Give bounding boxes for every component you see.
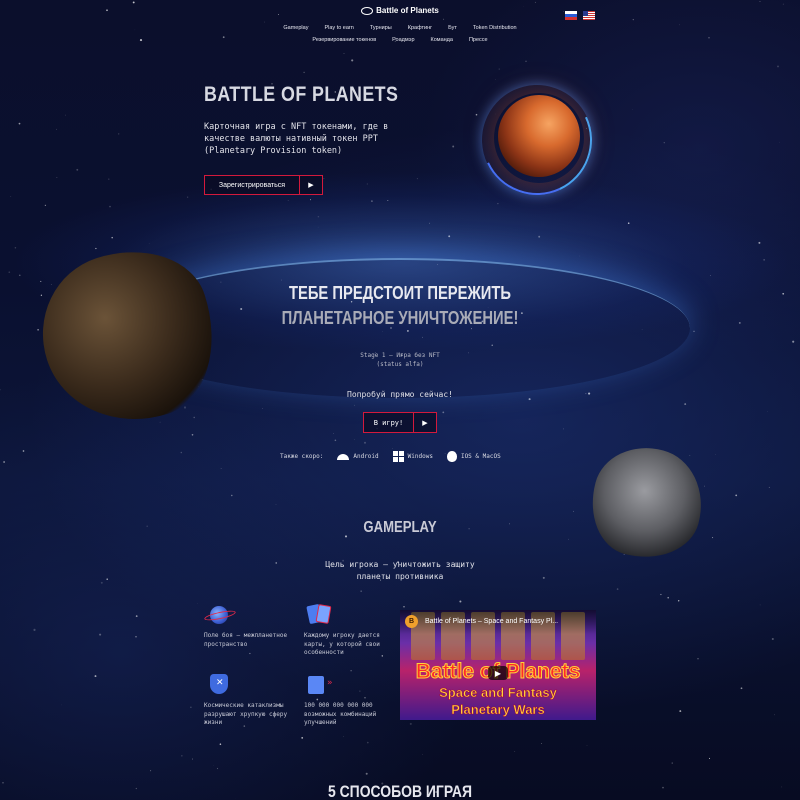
platform-windows-label: Windows	[407, 453, 433, 460]
hero-planet-illustration	[466, 69, 608, 211]
nav-item-tournaments[interactable]: Турниры	[370, 25, 392, 31]
shield-icon: ✕	[204, 674, 234, 696]
platform-ios-label: IOS & MacOS	[460, 453, 501, 460]
nav-item-crafting[interactable]: Крафтинг	[408, 25, 432, 31]
destroy-heading-line1: ТЕБЕ ПРЕДСТОИТ ПЕРЕЖИТЬ	[288, 283, 512, 303]
feature-cards-text: Каждому игроку дается карты, у которой с…	[304, 632, 380, 656]
feature-battlefield-text: Поле боя – межпланетное пространство	[204, 632, 288, 648]
apple-icon	[446, 451, 457, 462]
site-logo[interactable]: Battle of Planets	[0, 6, 800, 15]
nav-item-gameplay[interactable]: Gameplay	[283, 25, 308, 31]
stage-line2: (status alfa)	[376, 361, 424, 368]
android-icon	[337, 453, 350, 460]
main-nav-row2: Резервирование токенов Роадмэр Команда П…	[0, 37, 800, 43]
platform-windows: Windows	[392, 451, 433, 462]
gameplay-subtitle: Цель игрока – уничтожить защиту планеты …	[0, 559, 800, 583]
logo-text: Battle of Planets	[376, 6, 439, 15]
gameplay-subtitle-line2: планеты противника	[356, 572, 444, 581]
nav-item-boot[interactable]: Бут	[448, 25, 457, 31]
video-thumbnail-line2: Space and Fantasy	[439, 685, 557, 701]
video-thumbnail-line3: Planetary Wars	[451, 702, 545, 718]
play-game-button[interactable]: В игру! ▶	[363, 412, 437, 433]
video-title[interactable]: Battle of Planets – Space and Fantasy Pl…	[425, 618, 558, 625]
cards-icon	[304, 603, 334, 626]
hero-title: BATTLE OF PLANETS	[204, 83, 399, 106]
channel-avatar-icon[interactable]: B	[405, 615, 418, 628]
planet-logo-icon	[361, 6, 374, 15]
platform-ios: IOS & MacOS	[446, 451, 501, 462]
nav-item-roadmap[interactable]: Роадмэр	[392, 37, 414, 43]
feature-cataclysms-text: Космические катаклизмы разрушают хрупкую…	[204, 702, 288, 726]
video-play-icon[interactable]: ▶	[488, 666, 508, 680]
destroy-heading-line2: ПЛАНЕТАРНОЕ УНИЧТОЖЕНИЕ!	[281, 308, 519, 328]
feature-cataclysms: ✕ Космические катаклизмы разрушают хрупк…	[204, 674, 299, 728]
feature-battlefield: Поле боя – межпланетное пространство	[203, 604, 299, 649]
nav-item-token-distribution[interactable]: Token Distribution	[473, 25, 517, 31]
gameplay-title: GAMEPLAY	[363, 519, 437, 536]
windows-icon	[392, 451, 404, 462]
five-ways-title: 5 СПОСОБОВ ИГРАЯ	[327, 782, 473, 800]
play-arrow-icon: ▶	[422, 419, 428, 427]
gameplay-video-embed[interactable]: B Battle of Planets – Space and Fantasy …	[400, 610, 596, 720]
flag-en-icon[interactable]	[583, 11, 595, 20]
platform-android-label: Android	[353, 453, 379, 460]
coming-soon-label: Также скоро:	[280, 453, 324, 460]
feature-cards: Каждому игроку дается карты, у которой с…	[304, 603, 399, 658]
feature-upgrades: » 100 000 000 000 000 возможных комбинац…	[304, 674, 399, 728]
try-now-text: Попробуй прямо сейчас!	[347, 390, 453, 399]
nav-item-play-to-earn[interactable]: Play to earn	[324, 25, 353, 31]
main-nav-row1: Gameplay Play to earn Турниры Крафтинг Б…	[0, 25, 800, 31]
upgrade-icon: »	[304, 674, 334, 696]
planet-icon	[203, 604, 237, 626]
register-button[interactable]: Зарегистрироваться ▶	[204, 175, 323, 195]
platform-android: Android	[337, 453, 379, 460]
red-planet	[498, 95, 580, 177]
nav-item-press[interactable]: Прессе	[469, 37, 488, 43]
nav-item-token-reservation[interactable]: Резервирование токенов	[312, 37, 376, 43]
gameplay-subtitle-line1: Цель игрока – уничтожить защиту	[325, 560, 475, 569]
stage-info: Stage 1 – Игра без NFT (status alfa)	[0, 351, 800, 369]
register-button-label: Зарегистрироваться	[205, 176, 300, 194]
flag-ru-icon[interactable]	[565, 11, 577, 20]
stage-line1: Stage 1 – Игра без NFT	[360, 352, 440, 359]
play-arrow-icon: ▶	[308, 182, 314, 189]
hero-description: Карточная игра с NFT токенами, где в кач…	[204, 122, 389, 156]
nav-item-team[interactable]: Команда	[431, 37, 453, 43]
feature-upgrades-text: 100 000 000 000 000 возможных комбинаций…	[304, 702, 377, 726]
coming-soon-platforms: Также скоро: Android Windows IOS & MacOS	[280, 451, 501, 462]
language-switcher	[565, 11, 595, 20]
play-game-button-label: В игру!	[364, 413, 414, 432]
